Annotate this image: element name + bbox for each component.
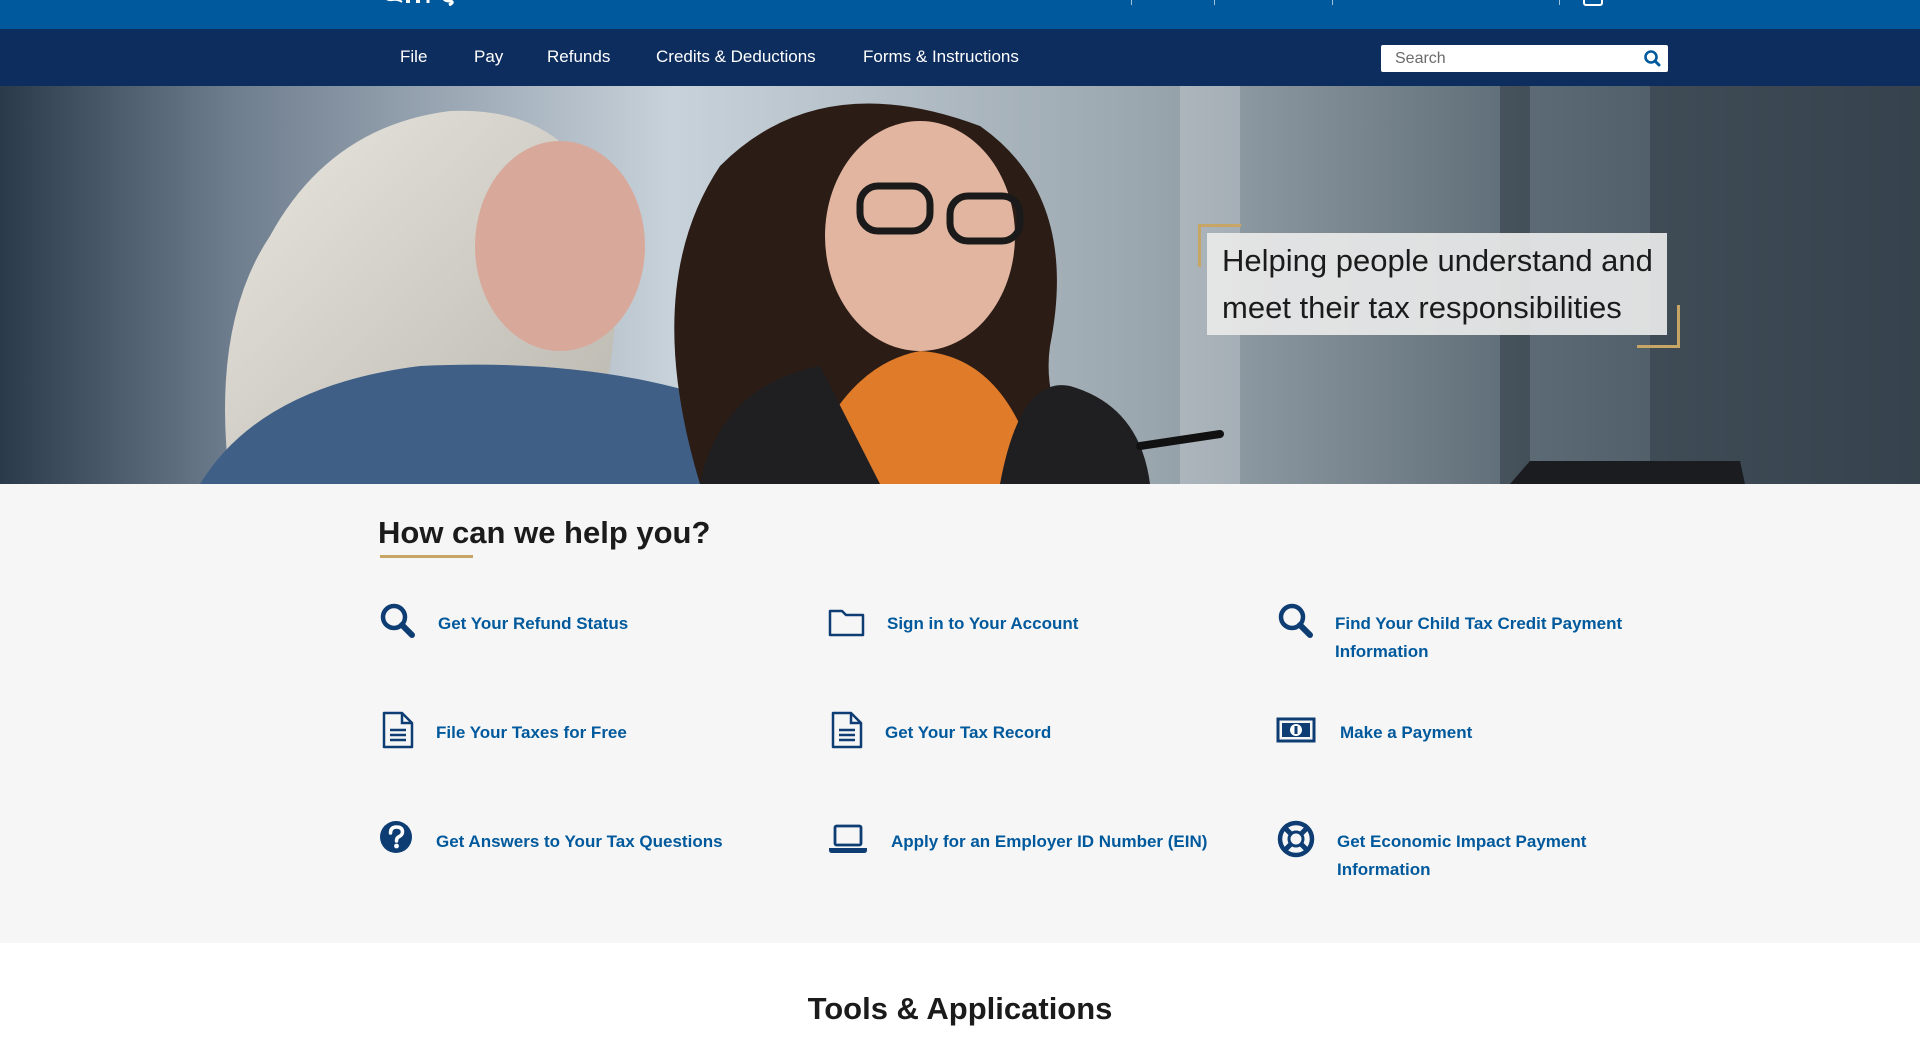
link-sign-in-account[interactable]: Sign in to Your Account	[827, 601, 1187, 661]
nav-item-pay[interactable]: Pay	[474, 29, 503, 86]
link-label: Sign in to Your Account	[887, 614, 1079, 633]
top-utility-bar	[0, 0, 1920, 29]
search-icon[interactable]	[1642, 48, 1664, 70]
question-icon	[380, 821, 412, 853]
nav-item-file[interactable]: File	[400, 29, 427, 86]
link-label: Get Your Tax Record	[885, 723, 1052, 742]
utility-icon[interactable]	[1583, 0, 1603, 6]
link-economic-impact-payment[interactable]: Get Economic Impact Payment Information	[1276, 819, 1636, 879]
nav-item-credits-deductions[interactable]: Credits & Deductions	[656, 29, 816, 86]
link-label: Find Your Child Tax Credit Payment Infor…	[1335, 614, 1623, 661]
search-icon	[1278, 603, 1313, 638]
tools-section: Tools & Applications	[0, 943, 1920, 1052]
help-title: How can we help you?	[378, 515, 711, 550]
search-input[interactable]	[1381, 45, 1645, 72]
title-underline	[380, 555, 473, 558]
laptop-icon	[829, 824, 867, 853]
irs-logo[interactable]	[380, 0, 495, 6]
utility-divider	[1214, 0, 1215, 5]
quote-bracket-bottom-right	[1637, 305, 1680, 348]
document-icon	[382, 711, 414, 749]
link-make-payment[interactable]: Make a Payment	[1276, 710, 1636, 750]
link-label: Make a Payment	[1340, 723, 1473, 742]
document-icon	[831, 711, 863, 749]
utility-divider	[1559, 0, 1560, 5]
link-label: Get Your Refund Status	[438, 614, 629, 633]
utility-divider	[1332, 0, 1333, 5]
link-refund-status[interactable]: Get Your Refund Status	[378, 601, 738, 661]
nav-item-forms-instructions[interactable]: Forms & Instructions	[863, 29, 1019, 86]
life-ring-icon	[1277, 820, 1315, 858]
tools-title: Tools & Applications	[807, 991, 1113, 1026]
link-file-free[interactable]: File Your Taxes for Free	[378, 710, 738, 750]
money-icon	[1276, 717, 1316, 743]
hero-tagline: Helping people understand and meet their…	[1222, 243, 1653, 325]
link-tax-questions[interactable]: Get Answers to Your Tax Questions	[378, 819, 738, 859]
link-label: Get Economic Impact Payment Information	[1337, 832, 1587, 879]
link-child-tax-credit[interactable]: Find Your Child Tax Credit Payment Infor…	[1276, 601, 1656, 661]
hero-quote-box: Helping people understand and meet their…	[1207, 233, 1667, 335]
link-label: Get Answers to Your Tax Questions	[436, 832, 723, 851]
help-section: How can we help you? Get Your Refund Sta…	[0, 484, 1920, 943]
link-tax-record[interactable]: Get Your Tax Record	[827, 710, 1187, 750]
folder-icon	[828, 609, 865, 637]
nav-item-refunds[interactable]: Refunds	[547, 29, 610, 86]
utility-divider	[1131, 0, 1132, 5]
link-label: File Your Taxes for Free	[436, 723, 627, 742]
link-label: Apply for an Employer ID Number (EIN)	[891, 832, 1208, 851]
main-navigation: File Pay Refunds Credits & Deductions Fo…	[0, 29, 1920, 86]
search-box	[1381, 45, 1668, 72]
link-employer-id[interactable]: Apply for an Employer ID Number (EIN)	[827, 819, 1227, 859]
hero-banner: Helping people understand and meet their…	[0, 86, 1920, 484]
search-icon	[380, 603, 415, 638]
